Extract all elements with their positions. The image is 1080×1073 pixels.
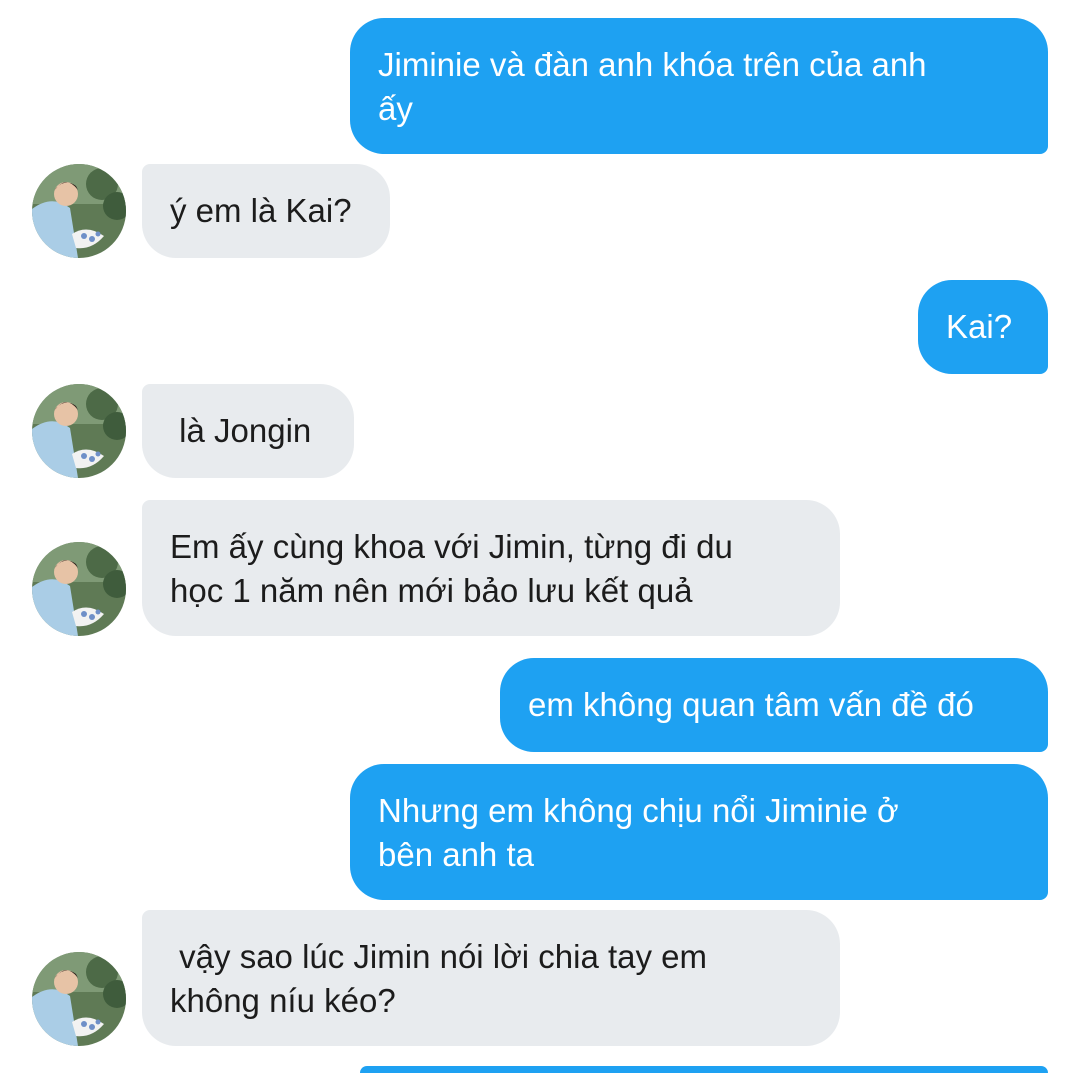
sent-message[interactable]: Nhưng em không chịu nổi Jiminie ở bên an… bbox=[350, 764, 1048, 900]
received-message[interactable]: vậy sao lúc Jimin nói lời chia tay em kh… bbox=[142, 910, 840, 1046]
avatar-photo-icon bbox=[32, 384, 126, 478]
sent-message-partial[interactable] bbox=[360, 1066, 1048, 1073]
sent-message[interactable]: Jiminie và đàn anh khóa trên của anh ấy bbox=[350, 18, 1048, 154]
contact-avatar[interactable] bbox=[32, 164, 126, 258]
sent-message[interactable]: Kai? bbox=[918, 280, 1048, 374]
contact-avatar[interactable] bbox=[32, 384, 126, 478]
received-message[interactable]: Em ấy cùng khoa với Jimin, từng đi du họ… bbox=[142, 500, 840, 636]
avatar-photo-icon bbox=[32, 952, 126, 1046]
contact-avatar[interactable] bbox=[32, 542, 126, 636]
contact-avatar[interactable] bbox=[32, 952, 126, 1046]
avatar-photo-icon bbox=[32, 542, 126, 636]
sent-message[interactable]: em không quan tâm vấn đề đó bbox=[500, 658, 1048, 752]
conversation-view: Jiminie và đàn anh khóa trên của anh ấy … bbox=[0, 0, 1080, 1073]
received-message[interactable]: ý em là Kai? bbox=[142, 164, 390, 258]
avatar-photo-icon bbox=[32, 164, 126, 258]
received-message[interactable]: là Jongin bbox=[142, 384, 354, 478]
